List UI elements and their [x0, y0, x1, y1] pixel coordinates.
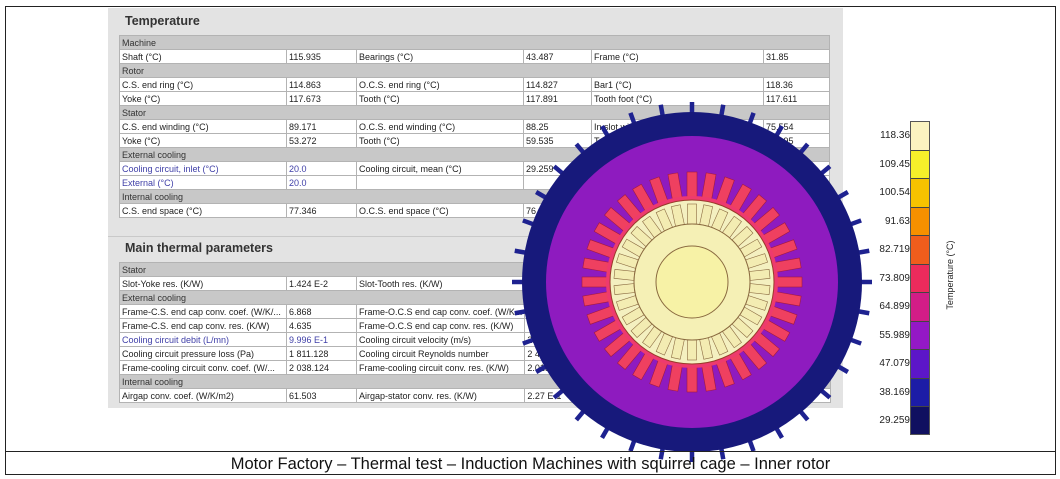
colorbar-tick-label: 29.259: [879, 415, 910, 426]
parameter-value[interactable]: 20.0: [286, 175, 357, 190]
colorbar-segment: [911, 407, 929, 434]
parameter-label: O.C.S. end space (°C): [356, 203, 524, 218]
group-header: Rotor: [119, 63, 830, 78]
parameter-label: Yoke (°C): [119, 91, 287, 106]
colorbar-axis-title: Temperature (°C): [945, 240, 955, 310]
group-header-row: Rotor: [119, 63, 830, 78]
table-row: C.S. end ring (°C) 114.863 O.C.S. end ring…: [119, 77, 830, 92]
colorbar-segment: [911, 122, 929, 151]
parameter-label: O.C.S. end ring (°C): [356, 77, 524, 92]
parameter-label: Cooling circuit, mean (°C): [356, 161, 524, 176]
parameter-label: Tooth (°C): [356, 91, 524, 106]
parameter-label: Frame-C.S. end cap conv. coef. (W/K/...: [119, 304, 287, 319]
parameter-label: Cooling circuit velocity (m/s): [355, 332, 526, 347]
parameter-label: C.S. end winding (°C): [119, 119, 287, 134]
parameter-label: C.S. end ring (°C): [119, 77, 287, 92]
motor-cross-section: [512, 102, 872, 462]
colorbar-segment: [911, 207, 929, 236]
table-row: Shaft (°C) 115.935 Bearings (°C) 43.487 Fram…: [119, 49, 830, 64]
parameter-label: Slot-Yoke res. (K/W): [119, 276, 287, 291]
stator-conductor: [686, 171, 698, 199]
parameter-label: Bar1 (°C): [591, 77, 764, 92]
parameter-label: Yoke (°C): [119, 133, 287, 148]
colorbar-segment: [911, 150, 929, 179]
parameter-value: 6.868: [286, 304, 357, 319]
rotor-bar: [613, 283, 636, 295]
parameter-value: 118.36: [763, 77, 830, 92]
rotor-bar: [687, 339, 697, 361]
parameter-value: 53.272: [286, 133, 357, 148]
group-header: Machine: [119, 35, 830, 50]
colorbar-segment: [911, 350, 929, 379]
parameter-label: C.S. end space (°C): [119, 203, 287, 218]
parameter-label: Bearings (°C): [356, 49, 524, 64]
parameter-value: 117.673: [286, 91, 357, 106]
colorbar-tick-label: 64.899: [879, 301, 910, 312]
parameter-label: Frame-C.S. end cap conv. res. (K/W): [119, 318, 287, 333]
parameter-value: 31.85: [763, 49, 830, 64]
colorbar-tick-label: 91.63: [884, 215, 910, 227]
parameter-label: Tooth (°C): [356, 133, 524, 148]
parameter-label: Frame-O.C.S end cap conv. coef. (W/K...: [355, 304, 526, 319]
parameter-value: 1 811.128: [286, 346, 357, 361]
parameter-value: 77.346: [286, 203, 357, 218]
colorbar-segment: [911, 378, 929, 407]
temperature-section-title: Temperature: [125, 14, 200, 28]
parameter-label: Frame-cooling circuit conv. res. (K/W): [355, 360, 526, 375]
colorbar-tick-label: 118.36: [880, 130, 910, 141]
group-header-row: Machine: [119, 35, 830, 50]
thermal-params-section-title: Main thermal parameters: [125, 241, 273, 255]
parameter-value: 89.171: [286, 119, 357, 134]
colorbar-segment: [911, 321, 929, 350]
colorbar-segment: [911, 293, 929, 322]
parameter-label: [356, 175, 524, 190]
rotor-bar: [748, 269, 771, 281]
parameter-value: 115.935: [286, 49, 357, 64]
parameter-label: Airgap-stator conv. res. (K/W): [355, 388, 526, 403]
parameter-label: Frame (°C): [591, 49, 764, 64]
parameter-value[interactable]: 20.0: [286, 161, 357, 176]
rotor-bar: [748, 283, 771, 295]
shaft: [655, 245, 729, 319]
parameter-label[interactable]: Cooling circuit debit (L/mn): [119, 332, 287, 347]
parameter-value[interactable]: 9.996 E-1: [286, 332, 357, 347]
parameter-label[interactable]: External (°C): [119, 175, 287, 190]
parameter-value: 1.424 E-2: [286, 276, 357, 291]
stator-conductor: [581, 276, 609, 288]
colorbar-tick-label: 55.989: [879, 329, 910, 341]
parameter-label: O.C.S. end winding (°C): [356, 119, 524, 134]
parameter-label: Frame-cooling circuit conv. coef. (W/...: [119, 360, 287, 375]
parameter-value: 114.863: [286, 77, 357, 92]
colorbar-tick-label: 109.45: [879, 158, 910, 170]
stator-conductor: [775, 276, 803, 288]
parameter-value: 61.503: [286, 388, 357, 403]
colorbar-segment: [911, 264, 929, 293]
colorbar-segment: [911, 236, 929, 265]
rotor-bar: [687, 203, 697, 225]
colorbar-segment: [911, 179, 929, 208]
parameter-label: Airgap conv. coef. (W/K/m2): [119, 388, 287, 403]
colorbar-tick-label: 47.079: [879, 358, 910, 369]
colorbar-tick-label: 82.719: [879, 244, 910, 255]
parameter-value: 4.635: [286, 318, 357, 333]
rotor-bar: [613, 269, 636, 281]
stator-conductor: [686, 365, 698, 393]
colorbar-tick-label: 73.809: [879, 272, 910, 284]
parameter-label: Frame-O.C.S end cap conv. res. (K/W): [355, 318, 526, 333]
parameter-value: 43.487: [523, 49, 592, 64]
parameter-label: Cooling circuit pressure loss (Pa): [119, 346, 287, 361]
colorbar-tick-label: 38.169: [879, 386, 910, 398]
parameter-label: Cooling circuit Reynolds number: [355, 346, 526, 361]
parameter-value: 114.827: [523, 77, 592, 92]
parameter-label: Slot-Tooth res. (K/W): [355, 276, 526, 291]
temperature-colorbar: [910, 121, 930, 435]
figure-caption: Motor Factory – Thermal test – Induction…: [5, 451, 1056, 475]
colorbar-tick-label: 100.54: [879, 187, 910, 198]
parameter-label[interactable]: Cooling circuit, inlet (°C): [119, 161, 287, 176]
parameter-label: Shaft (°C): [119, 49, 287, 64]
parameter-value: 2 038.124: [286, 360, 357, 375]
